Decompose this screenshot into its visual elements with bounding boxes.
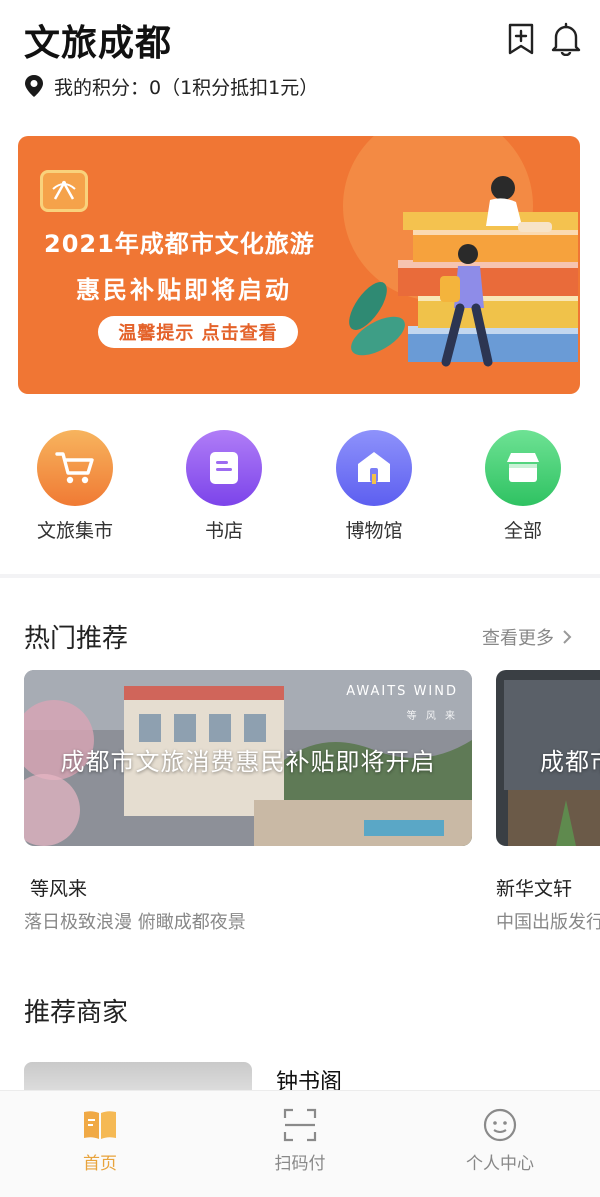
quick-entry-market[interactable]: 文旅集市 <box>15 430 135 543</box>
section-divider <box>0 574 600 578</box>
tab-scan-pay[interactable]: 扫码付 <box>200 1091 400 1197</box>
quick-entry-museum[interactable]: 博物馆 <box>314 430 434 543</box>
hot-card-title: 新华文轩 <box>496 878 573 900</box>
brand-logo: AWAITS WIND 等 风 来 <box>346 684 458 722</box>
hot-section-title: 热门推荐 <box>24 624 129 654</box>
book-icon <box>186 430 262 506</box>
culture-logo-icon <box>40 170 88 212</box>
tab-label: 首页 <box>83 1154 117 1174</box>
cart-icon <box>37 430 113 506</box>
quick-entry-bookstore[interactable]: 书店 <box>164 430 284 543</box>
hot-card-image[interactable]: AWAITS WIND 等 风 来 成都市文旅消费惠民补贴即将开启 <box>24 670 472 846</box>
hot-card-image[interactable]: 成都市 <box>496 670 600 846</box>
location-icon <box>25 75 43 97</box>
shop-icon <box>485 430 561 506</box>
banner-subheadline: 惠民补贴即将启动 <box>76 276 292 304</box>
banner-tip-button[interactable]: 温馨提示 点击查看 <box>98 316 298 348</box>
bookmark-add-icon[interactable] <box>506 22 538 56</box>
header: 文旅成都 我的积分：0（1积分抵扣1元） <box>0 0 600 120</box>
banner-headline: 2021年成都市文化旅游 <box>44 230 315 258</box>
bottom-tab-bar: 首页 扫码付 个人中心 <box>0 1090 600 1197</box>
hot-card-subtitle: 落日极致浪漫 俯瞰成都夜景 <box>24 912 246 933</box>
tab-label: 扫码付 <box>274 1154 326 1174</box>
page-title: 文旅成都 <box>24 23 173 64</box>
home-book-icon <box>82 1107 118 1143</box>
brand-name: AWAITS WIND <box>346 684 458 699</box>
profile-icon <box>482 1107 518 1143</box>
points-info[interactable]: 我的积分：0（1积分抵扣1元） <box>24 72 318 100</box>
brand-subname: 等 风 来 <box>406 711 458 722</box>
scan-icon <box>282 1107 318 1143</box>
view-more-link[interactable]: 查看更多 <box>482 624 574 650</box>
view-more-label: 查看更多 <box>482 628 554 649</box>
points-text: 我的积分：0（1积分抵扣1元） <box>54 76 319 99</box>
tab-label: 个人中心 <box>466 1154 534 1174</box>
books-illustration <box>343 136 578 367</box>
museum-icon <box>336 430 412 506</box>
hot-card-caption: 成都市 <box>540 748 600 776</box>
hot-card-title: 等风来 <box>30 878 88 900</box>
quick-entry-label: 文旅集市 <box>36 520 113 542</box>
hot-card-subtitle: 中国出版发行 <box>496 912 600 933</box>
promo-banner[interactable]: 2021年成都市文化旅游 惠民补贴即将启动 温馨提示 点击查看 <box>18 136 580 394</box>
quick-entry-label: 书店 <box>204 520 243 542</box>
merchant-section-title: 推荐商家 <box>24 998 129 1028</box>
quick-entry-label: 博物馆 <box>345 520 403 542</box>
quick-entry-all[interactable]: 全部 <box>463 430 583 543</box>
bell-icon[interactable] <box>550 22 582 57</box>
chevron-right-icon <box>563 630 572 644</box>
hot-card-caption: 成都市文旅消费惠民补贴即将开启 <box>60 748 436 776</box>
tab-profile[interactable]: 个人中心 <box>400 1091 600 1197</box>
quick-entry-label: 全部 <box>503 520 542 542</box>
tab-home[interactable]: 首页 <box>0 1091 200 1197</box>
